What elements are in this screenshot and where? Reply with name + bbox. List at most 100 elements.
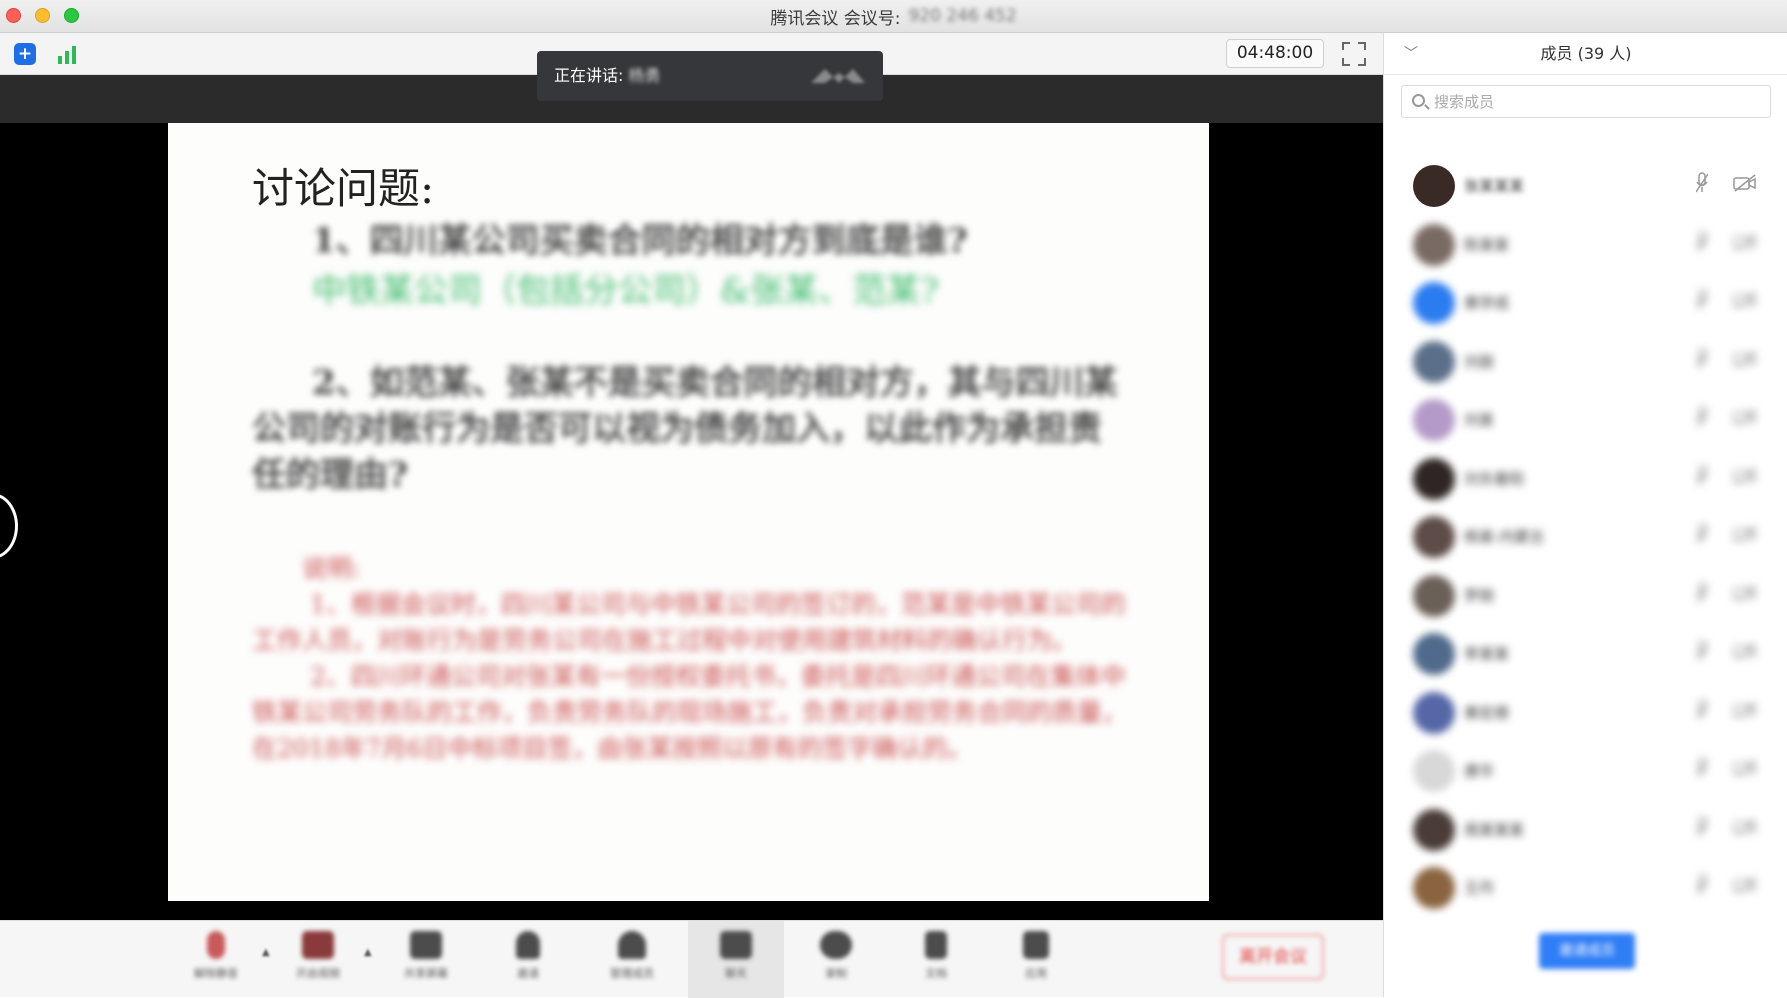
speaker-name: 杨勇 — [628, 66, 661, 85]
start-video-button[interactable]: 开启视频 — [282, 931, 354, 991]
video-options-chevron-icon[interactable]: ▲ — [364, 947, 374, 958]
member-row[interactable]: 罗刚 — [1384, 570, 1787, 628]
window-controls — [6, 8, 79, 23]
camera-off-icon[interactable] — [1733, 817, 1757, 836]
member-name: 周某某某 — [1464, 820, 1525, 839]
member-row[interactable]: 刘东春阳 — [1384, 453, 1787, 511]
documents-button[interactable]: 文档 — [900, 931, 972, 991]
manage-members-button[interactable]: 管理成员 — [596, 931, 668, 991]
close-window-button[interactable] — [6, 8, 21, 23]
member-avatar — [1413, 867, 1455, 909]
members-panel: ﹀ 成员 (39 人) 张某某某陈某某黄学成刘丽刘某刘东春阳杨某-内蒙古罗刚李某… — [1383, 33, 1787, 997]
member-row[interactable]: 王丹 — [1384, 862, 1787, 920]
mic-muted-icon[interactable] — [1695, 874, 1709, 896]
member-row[interactable]: 周某某某 — [1384, 804, 1787, 862]
leave-meeting-button[interactable]: 离开会议 — [1222, 934, 1324, 980]
member-avatar — [1413, 750, 1455, 792]
camera-off-icon[interactable] — [1733, 876, 1757, 894]
mic-muted-icon — [207, 931, 225, 959]
chat-label: 聊天 — [725, 967, 747, 980]
shield-icon[interactable]: + — [14, 43, 36, 65]
camera-off-icon[interactable] — [1733, 466, 1757, 485]
camera-off-icon[interactable] — [1733, 583, 1757, 602]
member-row[interactable]: 杨某-内蒙古 — [1384, 511, 1787, 569]
mic-muted-icon[interactable] — [1695, 172, 1709, 194]
fullscreen-icon[interactable] — [1342, 42, 1366, 66]
apps-button[interactable]: 应用 — [1000, 931, 1072, 991]
slide-note-1: 1、根据会议时，四川某公司与中铁某公司的签订的，范某是中铁某公司的工作人员，对账… — [252, 590, 1126, 655]
unmute-button[interactable]: 解除静音 — [180, 931, 252, 991]
apps-label: 应用 — [1025, 967, 1047, 980]
member-search-input[interactable] — [1434, 90, 1754, 114]
camera-off-icon[interactable] — [1733, 349, 1757, 368]
member-name: 张某某某 — [1464, 177, 1525, 195]
speaking-label: 正在讲话: — [554, 66, 624, 85]
meeting-area: + 04:48:00 正在讲话: 杨勇 讨论问题: 1、四川某公司买卖合同的相对… — [0, 33, 1383, 997]
maximize-window-button[interactable] — [64, 8, 79, 23]
slide-question-1: 1、四川某公司买卖合同的相对方到底是谁? — [312, 221, 968, 261]
mic-muted-icon[interactable] — [1695, 406, 1709, 428]
member-name: 李某某 — [1464, 645, 1510, 663]
minimize-window-button[interactable] — [35, 8, 50, 23]
camera-off-icon[interactable] — [1733, 408, 1757, 426]
mic-muted-icon[interactable] — [1695, 640, 1709, 662]
member-row[interactable]: 刘某 — [1384, 394, 1787, 452]
camera-off-icon[interactable] — [1733, 759, 1757, 777]
member-avatar — [1413, 340, 1455, 383]
member-name: 罗刚 — [1464, 586, 1495, 605]
camera-off-icon — [302, 931, 334, 959]
meeting-toolbar: 解除静音 ▲ 开启视频 ▲ 共享屏幕 邀请 管理成员 聊天 录制 文档 应用 离… — [0, 920, 1383, 998]
shared-slide: 讨论问题: 1、四川某公司买卖合同的相对方到底是谁? 中铁某公司（包括分公司）&… — [168, 123, 1209, 901]
member-row[interactable]: 陈某某 — [1384, 219, 1787, 277]
camera-off-icon[interactable] — [1733, 174, 1757, 192]
member-row[interactable]: 黄学成 — [1384, 277, 1787, 335]
mic-muted-icon[interactable] — [1695, 289, 1709, 311]
meeting-timer: 04:48:00 — [1226, 39, 1324, 68]
app-window: 腾讯会议 会议号: 920 246 452 + 04:48:00 正在讲话: 杨… — [0, 0, 1787, 998]
member-search-box[interactable] — [1401, 85, 1771, 118]
chat-icon — [720, 931, 752, 959]
slide-answer-1: 中铁某公司（包括分公司）&张某、范某? — [312, 271, 939, 311]
document-icon — [925, 931, 947, 959]
member-avatar — [1413, 633, 1455, 675]
audio-options-chevron-icon[interactable]: ▲ — [262, 947, 272, 958]
member-name: 王丹 — [1464, 879, 1495, 897]
members-icon — [618, 931, 646, 959]
camera-off-icon[interactable] — [1733, 232, 1757, 251]
mic-muted-icon[interactable] — [1695, 347, 1709, 370]
member-avatar — [1413, 399, 1455, 441]
member-row[interactable]: 张某某某 — [1384, 160, 1787, 218]
invite-button[interactable]: 邀请 — [492, 931, 564, 991]
member-avatar — [1413, 282, 1455, 324]
member-row[interactable]: 李某某 — [1384, 628, 1787, 686]
signal-icon[interactable] — [58, 44, 80, 64]
mic-muted-icon[interactable] — [1695, 815, 1709, 838]
invite-members-button[interactable]: 邀请成员 — [1539, 933, 1635, 969]
record-button[interactable]: 录制 — [800, 931, 872, 991]
mic-muted-icon[interactable] — [1695, 581, 1709, 604]
documents-label: 文档 — [925, 967, 947, 980]
apps-icon — [1023, 931, 1049, 959]
share-screen-label: 共享屏幕 — [404, 967, 448, 980]
mic-muted-icon[interactable] — [1695, 230, 1709, 253]
chat-button[interactable]: 聊天 — [700, 931, 772, 991]
share-screen-button[interactable]: 共享屏幕 — [390, 931, 462, 991]
camera-off-icon[interactable] — [1733, 291, 1757, 309]
mic-muted-icon[interactable] — [1695, 757, 1709, 779]
search-icon — [1412, 94, 1425, 107]
mic-muted-icon[interactable] — [1695, 523, 1709, 545]
camera-off-icon[interactable] — [1733, 525, 1757, 543]
member-row[interactable]: 黄宏德 — [1384, 687, 1787, 745]
camera-off-icon[interactable] — [1733, 642, 1757, 660]
mic-muted-icon[interactable] — [1695, 464, 1709, 487]
mic-muted-icon[interactable] — [1695, 698, 1709, 721]
member-row[interactable]: 刘丽 — [1384, 336, 1787, 394]
side-panel-handle-icon[interactable] — [0, 493, 18, 559]
manage-members-label: 管理成员 — [610, 967, 654, 980]
member-row[interactable]: 唐华 — [1384, 745, 1787, 803]
camera-off-icon[interactable] — [1733, 700, 1757, 719]
member-avatar — [1413, 165, 1455, 207]
slide-notes: 说明: 1、根据会议时，四川某公司与中铁某公司的签订的，范某是中铁某公司的工作人… — [252, 551, 1132, 767]
member-name: 刘东春阳 — [1464, 469, 1525, 488]
slide-title: 讨论问题: — [252, 164, 435, 213]
